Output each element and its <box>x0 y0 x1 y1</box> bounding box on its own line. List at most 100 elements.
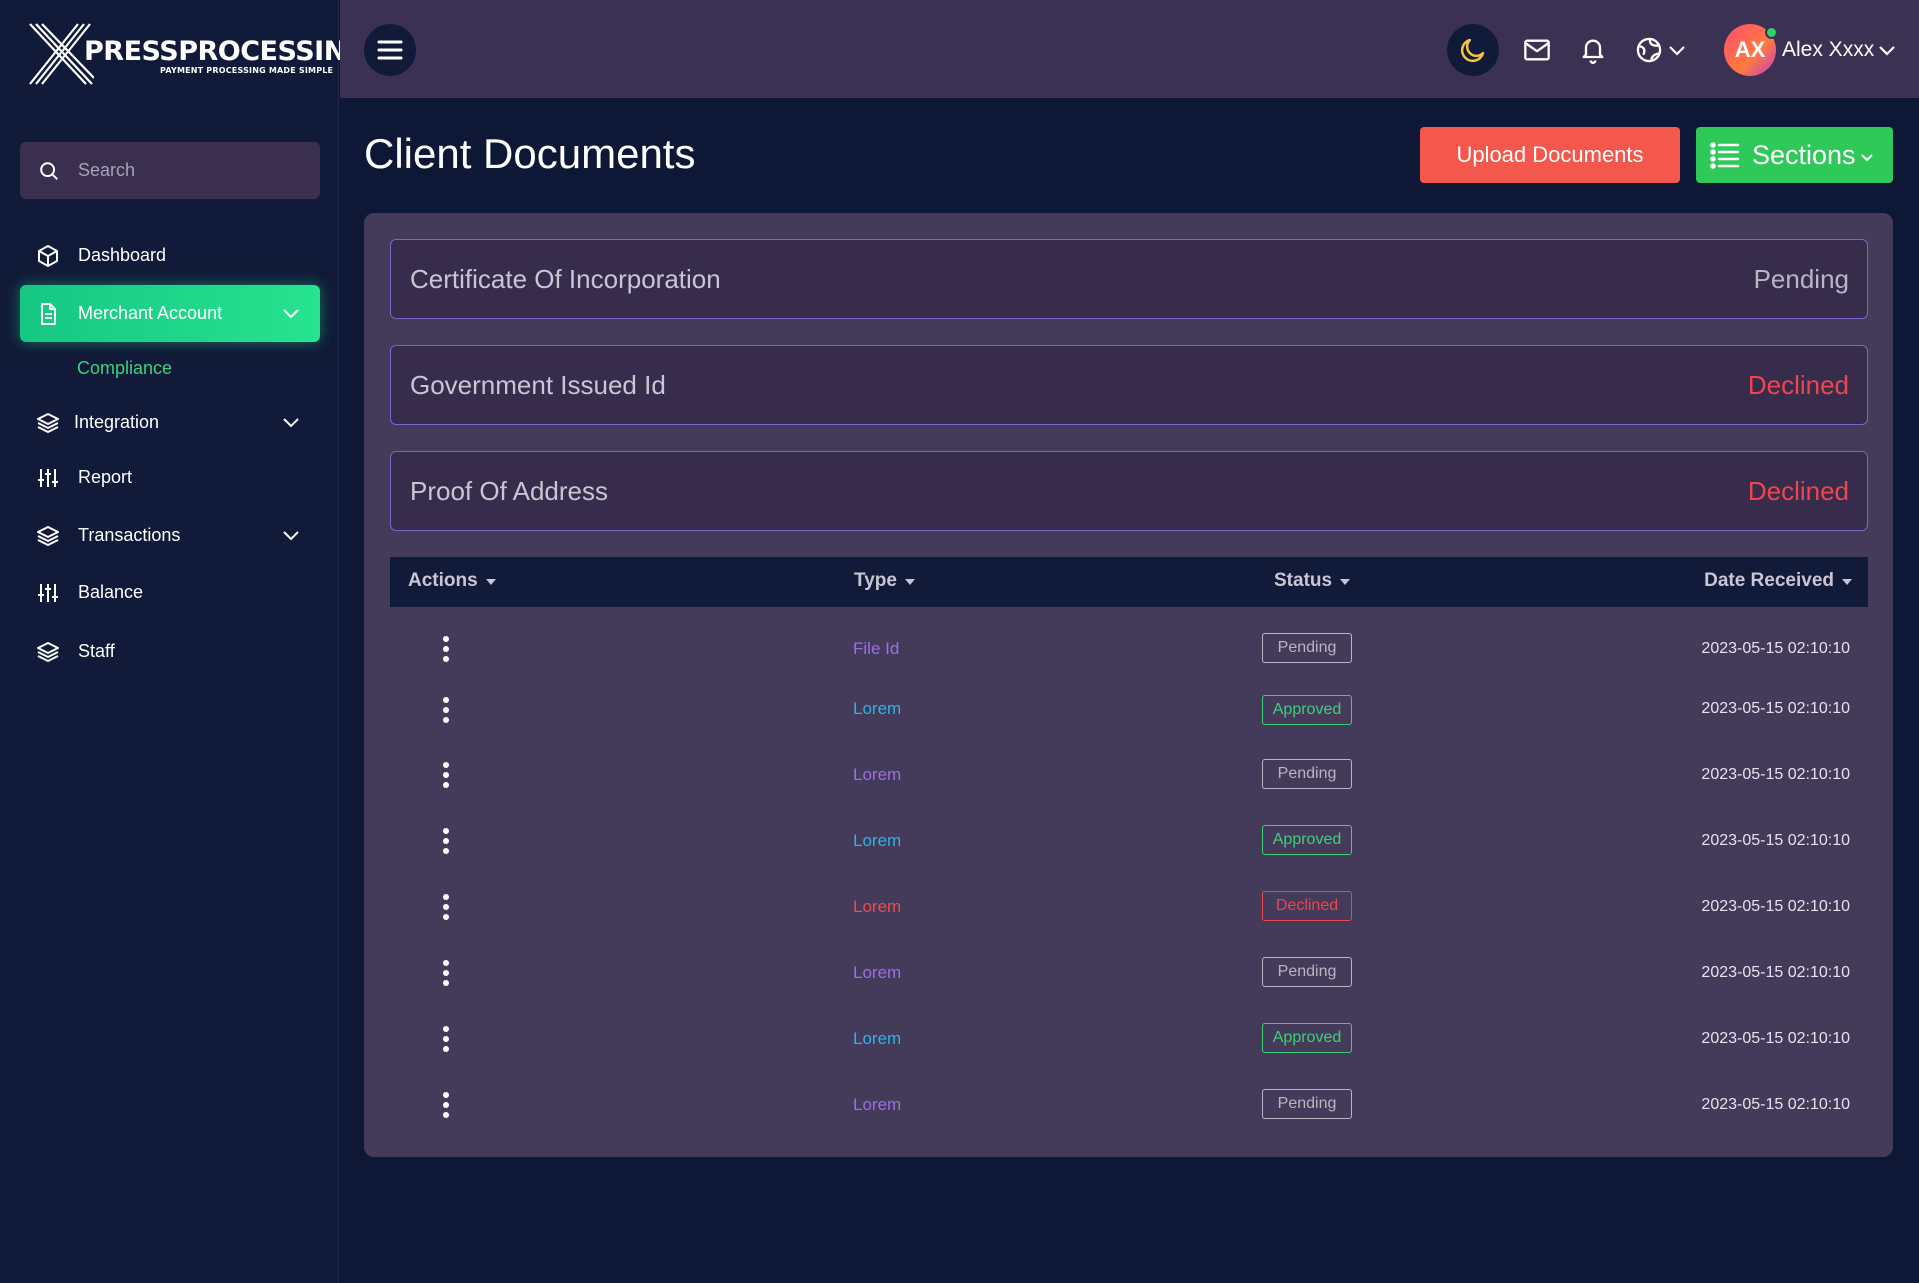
more-options-icon[interactable] <box>442 828 450 854</box>
row-date: 2023-05-15 02:10:10 <box>1701 898 1850 915</box>
sidebar-item-dashboard[interactable]: Dashboard <box>20 227 320 284</box>
row-type[interactable]: Lorem <box>853 963 901 983</box>
list-icon <box>1710 142 1740 169</box>
status-badge: Pending <box>1262 759 1352 789</box>
more-options-icon[interactable] <box>442 1026 450 1052</box>
column-header-status[interactable]: Status <box>1274 570 1351 592</box>
upload-documents-label: Upload Documents <box>1456 142 1644 167</box>
sort-caret-icon <box>1340 579 1351 585</box>
row-type[interactable]: Lorem <box>853 1029 901 1049</box>
chevron-down-icon[interactable] <box>1668 42 1686 60</box>
avatar-initials: AX <box>1734 37 1766 62</box>
sidebar-subitem-compliance[interactable]: Compliance <box>77 358 172 379</box>
user-name[interactable]: Alex Xxxx <box>1782 38 1874 62</box>
sections-button[interactable]: Sections <box>1696 127 1893 183</box>
layers-icon <box>37 641 59 662</box>
document-name: Proof Of Address <box>410 476 608 506</box>
column-header-date-received[interactable]: Date Received <box>1704 570 1852 592</box>
column-header-label: Type <box>854 570 897 591</box>
sidebar-item-label: Balance <box>78 582 144 602</box>
sidebar-item-label: Transactions <box>78 525 181 545</box>
row-type[interactable]: Lorem <box>853 831 901 851</box>
chevron-down-icon <box>283 531 299 541</box>
search-input[interactable]: Search <box>20 142 320 199</box>
upload-documents-button[interactable]: Upload Documents <box>1420 127 1680 183</box>
theme-toggle-button[interactable] <box>1447 24 1499 76</box>
moon-icon <box>1460 38 1485 63</box>
row-date: 2023-05-15 02:10:10 <box>1701 964 1850 981</box>
status-badge: Approved <box>1262 695 1352 725</box>
status-badge: Declined <box>1262 891 1352 921</box>
row-type[interactable]: Lorem <box>853 765 901 785</box>
row-date: 2023-05-15 02:10:10 <box>1701 832 1850 849</box>
sort-caret-icon <box>1842 579 1852 585</box>
layers-icon <box>37 525 59 546</box>
search-icon <box>40 161 58 180</box>
more-options-icon[interactable] <box>442 1092 450 1118</box>
chevron-down-icon[interactable] <box>1878 42 1896 60</box>
globe-icon[interactable] <box>1635 36 1663 64</box>
row-type[interactable]: Lorem <box>853 897 901 917</box>
sidebar: PRESSPROCESSING PAYMENT PROCESSING MADE … <box>0 0 368 1283</box>
column-header-label: Actions <box>408 570 478 591</box>
sidebar-item-label: Report <box>78 467 133 487</box>
bell-icon[interactable] <box>1579 36 1607 64</box>
sidebar-item-label: Merchant Account <box>78 303 223 323</box>
online-status-dot <box>1765 26 1778 39</box>
column-header-actions[interactable]: Actions <box>408 570 496 592</box>
more-options-icon[interactable] <box>442 894 450 920</box>
chevron-down-icon <box>283 418 299 428</box>
sort-caret-icon <box>904 579 915 585</box>
document-card[interactable]: Government Issued Id Declined <box>390 345 1868 425</box>
document-name: Government Issued Id <box>410 370 666 400</box>
sidebar-item-balance[interactable]: Balance <box>20 564 320 621</box>
cube-icon <box>38 244 58 267</box>
document-status: Declined <box>1747 476 1849 506</box>
table-header: Actions Type Status Date Received <box>390 557 1868 607</box>
status-badge: Approved <box>1262 1023 1352 1053</box>
sidebar-item-label: Integration <box>74 412 160 432</box>
top-bar: AX Alex Xxxx <box>340 0 1919 98</box>
layers-icon <box>37 412 59 433</box>
status-badge: Pending <box>1262 957 1352 987</box>
sliders-icon <box>38 468 58 487</box>
sidebar-item-merchant-account[interactable]: Merchant Account <box>20 285 320 342</box>
row-date: 2023-05-15 02:10:10 <box>1701 766 1850 783</box>
document-name: Certificate Of Incorporation <box>410 264 721 294</box>
document-icon <box>41 302 56 325</box>
sidebar-item-staff[interactable]: Staff <box>20 623 320 680</box>
document-status: Pending <box>1753 264 1849 294</box>
column-header-label: Date Received <box>1704 570 1834 591</box>
status-badge: Pending <box>1262 1089 1352 1119</box>
chevron-down-icon <box>283 309 299 319</box>
document-card[interactable]: Certificate Of Incorporation Pending <box>390 239 1868 319</box>
row-type[interactable]: File Id <box>853 639 899 659</box>
row-type[interactable]: Lorem <box>853 1095 901 1115</box>
row-date: 2023-05-15 02:10:10 <box>1701 1096 1850 1113</box>
page-title: Client Documents <box>364 130 696 177</box>
sidebar-item-transactions[interactable]: Transactions <box>20 507 320 564</box>
column-header-type[interactable]: Type <box>854 570 915 592</box>
sidebar-item-report[interactable]: Report <box>20 449 320 506</box>
sidebar-item-label: Staff <box>78 641 115 661</box>
more-options-icon[interactable] <box>442 636 450 662</box>
more-options-icon[interactable] <box>442 960 450 986</box>
menu-toggle-button[interactable] <box>364 24 416 76</box>
documents-panel: Certificate Of Incorporation Pending Gov… <box>364 213 1893 1157</box>
row-date: 2023-05-15 02:10:10 <box>1701 640 1850 657</box>
brand-logo[interactable]: PRESSPROCESSING PAYMENT PROCESSING MADE … <box>28 22 368 86</box>
more-options-icon[interactable] <box>442 697 450 723</box>
mail-icon[interactable] <box>1523 36 1551 64</box>
row-type[interactable]: Lorem <box>853 699 901 719</box>
row-date: 2023-05-15 02:10:10 <box>1701 700 1850 717</box>
more-options-icon[interactable] <box>442 762 450 788</box>
hamburger-icon <box>377 40 403 60</box>
row-date: 2023-05-15 02:10:10 <box>1701 1030 1850 1047</box>
sort-caret-icon <box>485 579 496 585</box>
document-card[interactable]: Proof Of Address Declined <box>390 451 1868 531</box>
sidebar-item-integration[interactable]: Integration <box>20 394 320 451</box>
status-badge: Pending <box>1262 633 1352 663</box>
status-badge: Approved <box>1262 825 1352 855</box>
brand-name: PRESSPROCESSING <box>84 36 368 67</box>
brand-tagline: PAYMENT PROCESSING MADE SIMPLE <box>160 66 334 75</box>
